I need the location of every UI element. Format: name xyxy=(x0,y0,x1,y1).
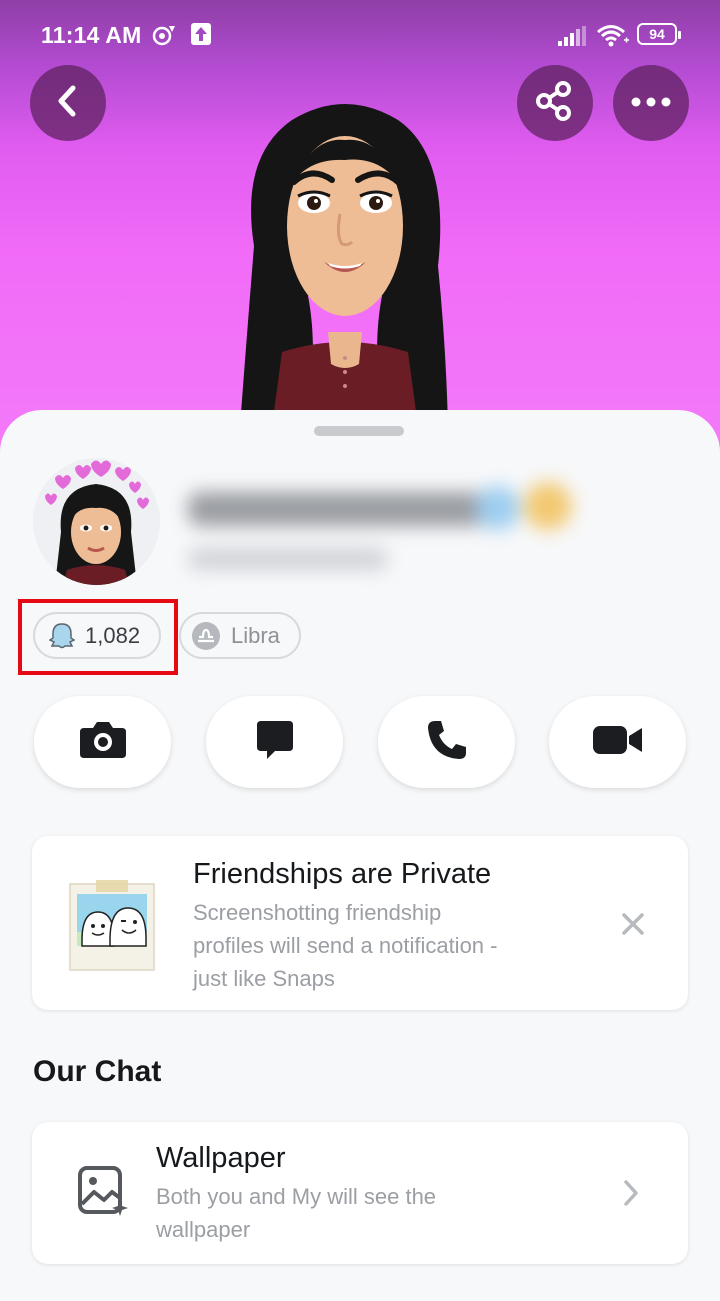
upload-icon xyxy=(190,22,212,51)
privacy-card-title: Friendships are Private xyxy=(193,858,492,890)
snap-notification-icon xyxy=(150,22,178,53)
wallpaper-card[interactable]: Wallpaper Both you and My will see the w… xyxy=(32,1122,688,1264)
video-camera-icon xyxy=(592,724,644,761)
chat-button[interactable] xyxy=(206,696,343,788)
zodiac-badge[interactable]: Libra xyxy=(179,612,301,659)
call-button[interactable] xyxy=(378,696,515,788)
close-icon[interactable] xyxy=(621,912,645,941)
camera-button[interactable] xyxy=(34,696,171,788)
chevron-left-icon xyxy=(53,84,83,123)
display-name-redacted xyxy=(168,452,598,582)
highlight-box xyxy=(18,599,178,675)
more-options-button[interactable] xyxy=(613,65,689,141)
privacy-card-line: just like Snaps xyxy=(193,966,335,991)
wifi-icon xyxy=(596,24,630,53)
share-icon xyxy=(533,79,577,128)
avatar[interactable] xyxy=(33,458,160,585)
wallpaper-title: Wallpaper xyxy=(156,1142,286,1174)
libra-icon xyxy=(191,621,221,651)
privacy-card-body: Screenshotting friendship profiles will … xyxy=(193,896,497,995)
wallpaper-body: Both you and My will see the wallpaper xyxy=(156,1180,436,1246)
status-time: 11:14 AM xyxy=(41,22,142,48)
wallpaper-line: Both you and My will see the xyxy=(156,1184,437,1209)
sheet-handle[interactable] xyxy=(314,426,404,436)
wallpaper-image-icon xyxy=(76,1164,132,1225)
battery-indicator: 94 xyxy=(637,23,681,45)
video-call-button[interactable] xyxy=(549,696,686,788)
camera-icon xyxy=(78,720,128,765)
wallpaper-line: wallpaper xyxy=(156,1217,251,1242)
bitmoji-illustration xyxy=(232,96,458,426)
privacy-card-line: Screenshotting friendship xyxy=(193,900,442,925)
section-title-our-chat: Our Chat xyxy=(33,1055,162,1088)
phone-icon xyxy=(425,718,469,767)
signal-icon xyxy=(558,26,586,51)
share-button[interactable] xyxy=(517,65,593,141)
more-dots-icon xyxy=(631,94,671,112)
zodiac-label: Libra xyxy=(231,622,280,648)
profile-hero: 11:14 AM 94 xyxy=(0,0,720,460)
friendships-private-card: Friendships are Private Screenshotting f… xyxy=(32,836,688,1010)
back-button[interactable] xyxy=(30,65,106,141)
privacy-card-line: profiles will send a notification - xyxy=(193,933,498,958)
chat-bubble-icon xyxy=(255,719,295,766)
profile-sheet: 1,082 Libra Friendships are Private Scre… xyxy=(0,410,720,1301)
status-bar: 11:14 AM 94 xyxy=(0,0,720,70)
friendship-polaroid-icon xyxy=(68,880,156,977)
chevron-right-icon xyxy=(622,1179,640,1212)
